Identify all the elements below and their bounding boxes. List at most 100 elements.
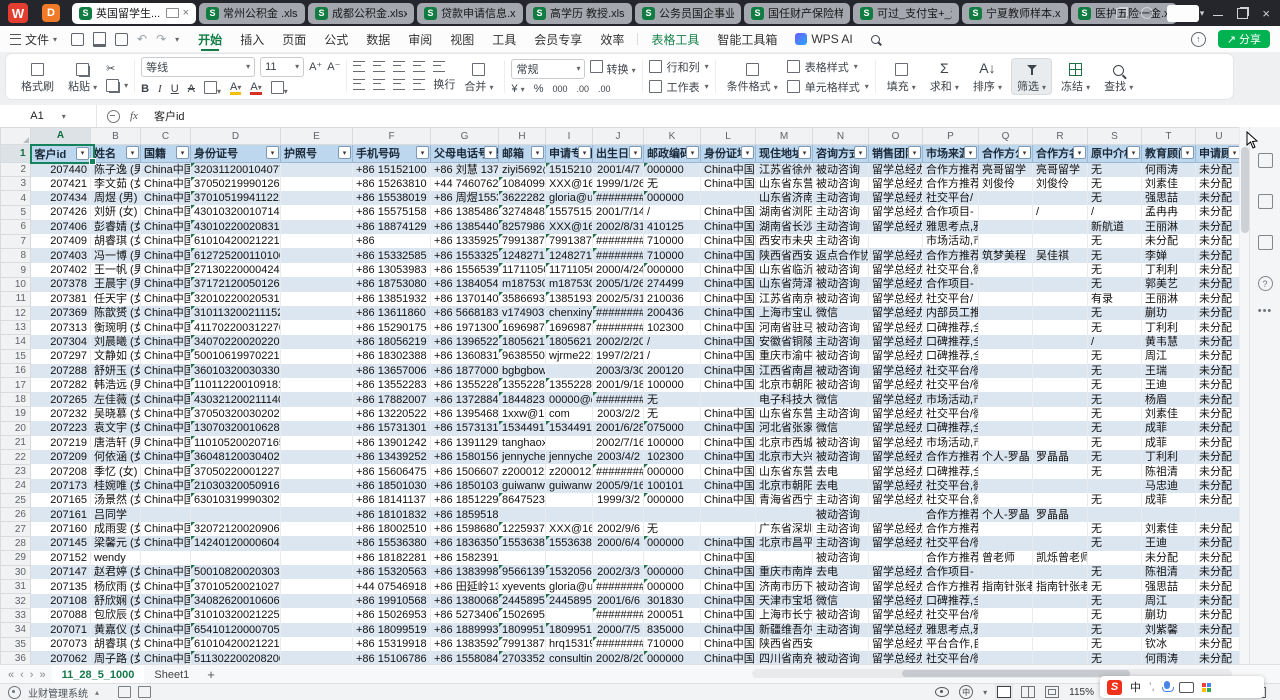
cell[interactable]: China中国 xyxy=(141,306,191,320)
cell[interactable] xyxy=(281,205,353,219)
cell[interactable]: +86 13611860 xyxy=(353,306,431,320)
cell[interactable]: 留学总经办 xyxy=(869,436,923,450)
cell[interactable]: 合作方推荐 xyxy=(923,177,979,191)
cell[interactable]: 何雨涛 xyxy=(1142,651,1196,665)
cell[interactable] xyxy=(281,536,353,550)
cell[interactable]: China中国 xyxy=(141,177,191,191)
col-header-F[interactable]: F xyxy=(353,128,431,145)
cell[interactable]: 留学总经办 xyxy=(869,335,923,349)
cell[interactable]: consulting xyxy=(546,651,593,665)
align-left-icon[interactable] xyxy=(353,79,365,90)
col-header-O[interactable]: O xyxy=(869,128,923,145)
cell[interactable]: 未分配 xyxy=(1196,320,1243,334)
cell[interactable]: 无 xyxy=(1088,407,1142,421)
filter-dropdown-icon[interactable]: ▾ xyxy=(741,146,754,159)
cell[interactable]: +86 15575158 xyxy=(353,205,431,219)
cell[interactable]: 留学总经办 xyxy=(869,205,923,219)
cell[interactable]: 310103200212255069 xyxy=(191,608,281,622)
cell[interactable]: 2000/6/4 xyxy=(593,536,644,550)
cell[interactable]: 黄韦慧 xyxy=(1142,335,1196,349)
cell[interactable]: China中国 xyxy=(141,392,191,406)
cell[interactable]: 未分配 xyxy=(1196,277,1243,291)
cell[interactable]: 北京市大兴 xyxy=(756,450,813,464)
cell[interactable]: +86 1836350500 xyxy=(431,536,499,550)
cell[interactable]: China中国 xyxy=(141,623,191,637)
cell[interactable]: +86 15332585 xyxy=(353,248,431,262)
cell[interactable]: 山东省菏泽 xyxy=(756,277,813,291)
highlight-color-button[interactable]: A▾ xyxy=(230,83,241,95)
font-color-button[interactable]: A▾ xyxy=(250,83,261,95)
filter-dropdown-icon[interactable]: ▾ xyxy=(176,146,189,159)
cell[interactable]: 无 xyxy=(1088,277,1142,291)
cell[interactable] xyxy=(141,507,191,521)
menu-item-数据[interactable]: 数据 xyxy=(357,26,399,52)
row-header-31[interactable]: 31 xyxy=(1,579,31,593)
cell[interactable]: 207434 xyxy=(31,191,91,205)
cell[interactable]: 留学总经办 xyxy=(869,320,923,334)
cell[interactable]: 王一帆 (男 xyxy=(91,263,141,277)
cell[interactable] xyxy=(546,493,593,507)
cell[interactable]: 180562195 xyxy=(499,335,546,349)
row-header-24[interactable]: 24 xyxy=(1,479,31,493)
cell[interactable]: +86 18099519 xyxy=(353,623,431,637)
cell[interactable] xyxy=(546,608,593,622)
cell[interactable]: 内部员工推 xyxy=(923,306,979,320)
cell[interactable] xyxy=(191,551,281,565)
cell[interactable] xyxy=(1033,565,1088,579)
more-tools-icon[interactable]: ••• xyxy=(1258,305,1273,317)
cell[interactable] xyxy=(1142,507,1196,521)
cell[interactable]: 244589596 xyxy=(499,594,546,608)
row-header-35[interactable]: 35 xyxy=(1,637,31,651)
cell[interactable]: 000000 xyxy=(644,579,701,593)
cell[interactable]: 864752343 xyxy=(499,493,546,507)
filter-dropdown-icon[interactable]: ▾ xyxy=(338,146,351,159)
cell[interactable]: +86 1380068266 xyxy=(431,594,499,608)
cell[interactable]: 未分配 xyxy=(1196,292,1243,306)
cell[interactable]: 四川省南充 xyxy=(756,651,813,665)
cell[interactable] xyxy=(281,263,353,277)
cell[interactable]: 963855011 xyxy=(499,349,546,363)
cell[interactable]: 无 xyxy=(1088,594,1142,608)
cell[interactable]: z20001227 xyxy=(499,464,546,478)
cell[interactable]: 留学总经办 xyxy=(869,464,923,478)
cell[interactable]: tanghaoxu xyxy=(499,436,546,450)
cell[interactable]: 社交平台/微 xyxy=(923,608,979,622)
cell[interactable]: +86 1582391866 xyxy=(431,551,499,565)
cell[interactable]: 327484864 xyxy=(499,205,546,219)
cell[interactable]: 广东省深圳 xyxy=(756,522,813,536)
cell[interactable]: 2001/6/28 xyxy=(593,421,644,435)
filter-dropdown-icon[interactable]: ▾ xyxy=(126,146,139,159)
cell[interactable]: 799138782 xyxy=(499,637,546,651)
cell[interactable]: 留学总经办 xyxy=(869,594,923,608)
cell[interactable]: / xyxy=(1088,335,1142,349)
decrease-indent-icon[interactable] xyxy=(413,61,425,72)
cell[interactable]: guiwanwei xyxy=(546,479,593,493)
cell[interactable]: China中国 xyxy=(141,522,191,536)
cell[interactable]: China中国 xyxy=(701,220,756,234)
cell[interactable]: 衡琬明 (女 xyxy=(91,320,141,334)
row-header-21[interactable]: 21 xyxy=(1,436,31,450)
cell[interactable]: 207209 xyxy=(31,450,91,464)
cell[interactable]: 留学总经办 xyxy=(869,277,923,291)
cell[interactable]: 留学总经办 xyxy=(869,608,923,622)
cell[interactable]: 周煜 (男) xyxy=(91,191,141,205)
header-cell[interactable]: 合作方公▾ xyxy=(979,145,1033,163)
cell[interactable]: 153449155 xyxy=(546,421,593,435)
cell[interactable]: 指南针张老 xyxy=(1033,579,1088,593)
header-cell[interactable]: 护照号▾ xyxy=(281,145,353,163)
cell[interactable]: 孟冉冉 xyxy=(1142,205,1196,219)
keyboard-icon[interactable] xyxy=(1179,682,1194,693)
file-tab[interactable]: S贷款申请信息.xlsx xyxy=(417,3,523,24)
cell[interactable]: 未分配 xyxy=(1196,594,1243,608)
cell[interactable]: China中国 xyxy=(701,306,756,320)
cell[interactable]: ######## xyxy=(593,392,644,406)
cell[interactable]: 韩浩远 (男 xyxy=(91,378,141,392)
menu-item-插入[interactable]: 插入 xyxy=(231,26,273,52)
cell[interactable]: 244589596 xyxy=(546,594,593,608)
cell[interactable] xyxy=(281,637,353,651)
cell[interactable]: 亮哥留学 xyxy=(979,162,1033,177)
menu-item-审阅[interactable]: 审阅 xyxy=(399,26,441,52)
cell[interactable]: +86 15290175 xyxy=(353,320,431,334)
normal-view-icon[interactable] xyxy=(997,686,1011,698)
cell[interactable]: 北京市西城 xyxy=(756,436,813,450)
